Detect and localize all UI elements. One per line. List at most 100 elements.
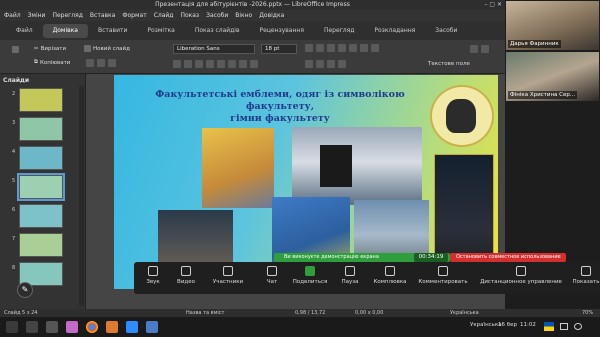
slide-layout-icon[interactable]: [108, 59, 116, 67]
media-icon[interactable]: [66, 321, 78, 333]
menu-window[interactable]: Вікно: [235, 10, 252, 21]
terminal-icon[interactable]: [46, 321, 58, 333]
font-color-icon[interactable]: [228, 60, 236, 68]
slide-preview: [19, 117, 63, 141]
tab-layout[interactable]: Розмітка: [137, 24, 184, 38]
chrome-icon[interactable]: [86, 321, 98, 333]
participant-video-1[interactable]: Дарья Фаринник: [506, 1, 599, 50]
menu-help[interactable]: Довідка: [259, 10, 284, 21]
tab-tools[interactable]: Засоби: [425, 24, 467, 38]
align-right-icon[interactable]: [349, 44, 357, 52]
annotate-pen-button[interactable]: ✎: [17, 282, 33, 298]
slide-thumb-7[interactable]: 7: [0, 233, 80, 260]
remote-control-button[interactable]: Дистанционное управление: [478, 266, 564, 285]
tab-home[interactable]: Домівка: [42, 23, 88, 38]
share-button[interactable]: Поделиться: [290, 266, 330, 285]
tab-file[interactable]: Файл: [6, 24, 43, 38]
delete-slide-icon[interactable]: [97, 59, 105, 67]
bullets-icon[interactable]: [305, 44, 313, 52]
chat-button[interactable]: Чат: [262, 266, 282, 285]
format-buttons: [173, 60, 258, 68]
volume-icon[interactable]: [574, 323, 582, 330]
start-menu-icon[interactable]: [6, 321, 18, 333]
line-icon[interactable]: [327, 60, 335, 68]
highlight-icon[interactable]: [239, 60, 247, 68]
annotate-button[interactable]: Комплювка: [370, 266, 410, 285]
underline-icon[interactable]: [195, 60, 203, 68]
pen-icon: ✎: [21, 285, 29, 294]
font-size-field[interactable]: 18 pt: [261, 44, 297, 54]
language-status[interactable]: Українська: [450, 309, 479, 317]
participants-button[interactable]: Участники: [210, 266, 246, 285]
window-controls[interactable]: – ▢ ✕: [484, 0, 502, 10]
italic-icon[interactable]: [184, 60, 192, 68]
cut-icon: ✂: [34, 45, 39, 52]
audio-button[interactable]: Звук: [142, 266, 164, 285]
font-name-field[interactable]: Liberation Sans: [173, 44, 255, 54]
pause-button[interactable]: Пауза: [338, 266, 362, 285]
menu-slide[interactable]: Слайд: [154, 10, 174, 21]
align-left-icon[interactable]: [327, 44, 335, 52]
object-size: 0,00 x 0,00: [355, 310, 384, 316]
new-slide-button[interactable]: Новий слайд: [84, 44, 130, 53]
menu-format[interactable]: Формат: [122, 10, 146, 21]
paste-button[interactable]: [12, 45, 19, 54]
video-button[interactable]: Видео: [172, 266, 200, 285]
spelling-icon[interactable]: [481, 45, 489, 53]
menu-file[interactable]: Файл: [4, 10, 21, 21]
mouse-icon: [516, 266, 526, 276]
rectangle-icon[interactable]: [305, 60, 313, 68]
menu-view[interactable]: Перегляд: [52, 10, 82, 21]
impress-icon[interactable]: [146, 321, 158, 333]
slide-thumb-2[interactable]: 2: [0, 88, 80, 115]
text-field-button[interactable]: Текстове поле: [428, 59, 470, 68]
copy-icon: ⧉: [34, 59, 38, 65]
show-button[interactable]: Показать: [572, 266, 600, 285]
microphone-icon: [148, 266, 158, 276]
stop-share-button[interactable]: Остановить совместное использование: [450, 253, 566, 262]
slide-thumb-3[interactable]: 3: [0, 117, 80, 144]
cut-button[interactable]: ✂ Вирізати: [34, 44, 66, 53]
strikethrough-icon[interactable]: [206, 60, 214, 68]
tab-arrange[interactable]: Розкладання: [364, 24, 425, 38]
shadow-icon[interactable]: [217, 60, 225, 68]
slide-num: 8: [12, 265, 16, 271]
faculty-emblem-image: [430, 85, 494, 147]
menu-tools[interactable]: Засоби: [206, 10, 228, 21]
files-icon[interactable]: [26, 321, 38, 333]
tab-slideshow[interactable]: Показ слайдів: [185, 24, 250, 38]
numbering-icon[interactable]: [316, 44, 324, 52]
menu-show[interactable]: Показ: [180, 10, 199, 21]
tab-insert[interactable]: Вставити: [88, 24, 137, 38]
firefox-icon[interactable]: [106, 321, 118, 333]
slide-thumb-6[interactable]: 6: [0, 204, 80, 231]
network-icon[interactable]: [560, 323, 568, 330]
char-spacing-icon[interactable]: [250, 60, 258, 68]
slide-thumb-5[interactable]: 5: [0, 173, 80, 202]
comment-button[interactable]: Комментировать: [418, 266, 468, 285]
share-label: Поделиться: [292, 279, 328, 285]
zoom-level[interactable]: 70%: [582, 309, 593, 317]
ellipse-icon[interactable]: [316, 60, 324, 68]
duplicate-slide-icon[interactable]: [86, 59, 94, 67]
menu-edit[interactable]: Зміни: [28, 10, 46, 21]
bold-icon[interactable]: [173, 60, 181, 68]
slide-thumb-4[interactable]: 4: [0, 146, 80, 173]
tab-review[interactable]: Рецензування: [250, 24, 314, 38]
arrow-icon[interactable]: [338, 60, 346, 68]
menu-insert[interactable]: Вставка: [90, 10, 115, 21]
line-spacing-icon[interactable]: [371, 44, 379, 52]
slide-title[interactable]: Факультетські емблеми, одяг із символіко…: [130, 89, 430, 125]
zoom-app-icon[interactable]: [126, 321, 138, 333]
copy-button[interactable]: ⧉ Копіювати: [34, 58, 70, 67]
justify-icon[interactable]: [360, 44, 368, 52]
find-icon[interactable]: [470, 45, 478, 53]
tray-language[interactable]: Українська: [470, 322, 502, 328]
align-center-icon[interactable]: [338, 44, 346, 52]
meeting-controls-bar: Звук Видео Участники Чат Поделиться Пауз…: [134, 262, 600, 294]
slides-scrollbar[interactable]: [79, 86, 84, 306]
slide-num: 2: [12, 91, 16, 97]
tab-view[interactable]: Перегляд: [314, 24, 364, 38]
participant-video-2[interactable]: Фініка Христина Сер...: [506, 52, 599, 101]
slide-thumb-8[interactable]: 8: [0, 262, 80, 289]
